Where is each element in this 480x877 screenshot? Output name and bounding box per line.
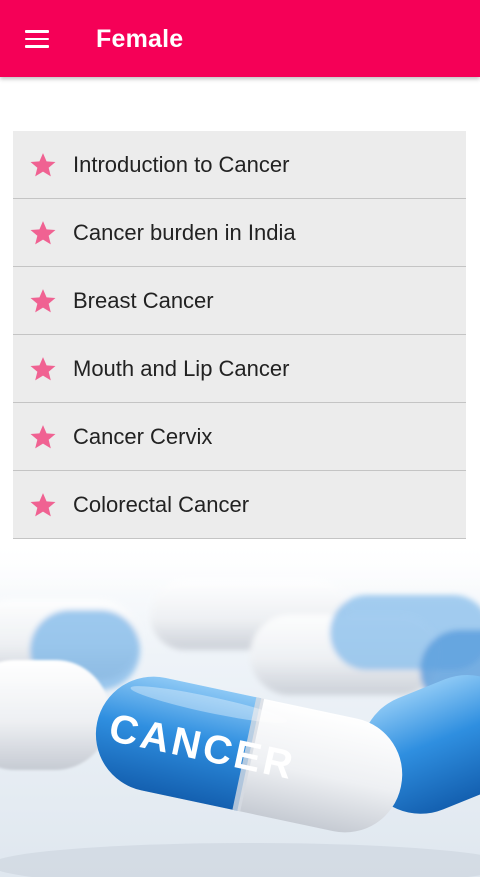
list-item-cancer-burden[interactable]: Cancer burden in India xyxy=(13,199,466,267)
list-item-label: Mouth and Lip Cancer xyxy=(73,355,290,381)
list-item-introduction[interactable]: Introduction to Cancer xyxy=(13,131,466,199)
topic-list: Introduction to Cancer Cancer burden in … xyxy=(13,131,466,539)
list-item-label: Breast Cancer xyxy=(73,287,214,313)
list-item-mouth-lip-cancer[interactable]: Mouth and Lip Cancer xyxy=(13,335,466,403)
page-title: Female xyxy=(96,25,184,53)
menu-button[interactable] xyxy=(14,16,60,62)
screen: Female Introduction to Cancer Cancer bur… xyxy=(0,0,480,877)
list-item-label: Cancer Cervix xyxy=(73,423,213,449)
star-icon xyxy=(29,355,57,383)
star-icon xyxy=(29,219,57,247)
hamburger-menu-icon[interactable] xyxy=(25,30,49,48)
list-item-label: Introduction to Cancer xyxy=(73,151,290,177)
list-item-breast-cancer[interactable]: Breast Cancer xyxy=(13,267,466,335)
star-icon xyxy=(29,287,57,315)
list-item-colorectal-cancer[interactable]: Colorectal Cancer xyxy=(13,471,466,539)
star-icon xyxy=(29,491,57,519)
app-bar: Female xyxy=(0,0,480,77)
list-item-label: Cancer burden in India xyxy=(73,219,296,245)
list-item-cancer-cervix[interactable]: Cancer Cervix xyxy=(13,403,466,471)
star-icon xyxy=(29,151,57,179)
star-icon xyxy=(29,423,57,451)
list-item-label: Colorectal Cancer xyxy=(73,491,250,517)
pills-banner-image: CANCER xyxy=(0,540,480,877)
